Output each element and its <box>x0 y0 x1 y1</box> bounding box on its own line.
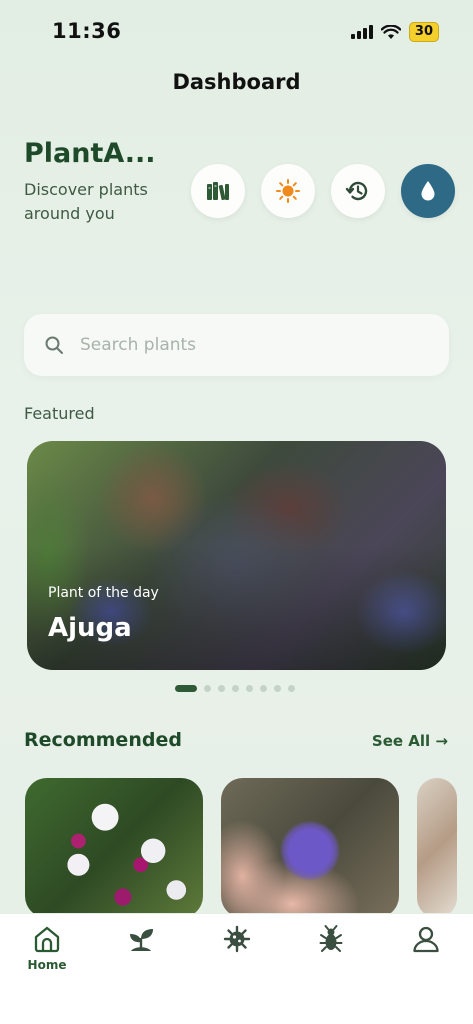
carousel-dot[interactable] <box>218 685 225 692</box>
search-input[interactable] <box>80 335 400 355</box>
featured-plant-name: Ajuga <box>48 613 132 643</box>
battery-indicator: 30 <box>408 22 439 42</box>
books-icon <box>207 182 229 201</box>
recommended-card[interactable] <box>25 778 203 918</box>
cellular-signal-icon <box>350 25 373 39</box>
app-tagline: Discover plants around you <box>24 180 148 223</box>
page-title: Dashboard <box>172 70 301 94</box>
featured-subtitle: Plant of the day <box>48 585 159 601</box>
featured-label: Featured <box>24 404 95 423</box>
sun-icon <box>276 179 300 203</box>
arrow-right-icon: → <box>435 732 448 750</box>
see-all-link[interactable]: See All → <box>372 732 448 750</box>
search-icon <box>45 336 63 354</box>
virus-icon <box>223 925 251 953</box>
water-drop-icon <box>421 181 435 201</box>
carousel-pagination <box>175 685 295 692</box>
history-button[interactable] <box>331 164 385 218</box>
tab-diseases[interactable] <box>207 924 267 954</box>
search-bar[interactable] <box>24 314 449 376</box>
quick-actions <box>191 164 455 218</box>
carousel-dot[interactable] <box>204 685 211 692</box>
library-button[interactable] <box>191 164 245 218</box>
app-name: PlantA... <box>24 138 156 169</box>
home-icon <box>34 926 60 953</box>
status-time: 11:36 <box>52 19 122 43</box>
carousel-dot-active[interactable] <box>175 685 197 692</box>
recommended-card[interactable] <box>417 778 457 918</box>
wifi-icon <box>380 24 401 39</box>
recommended-title: Recommended <box>24 729 182 751</box>
watering-button[interactable] <box>401 164 455 218</box>
carousel-dot[interactable] <box>246 685 253 692</box>
tab-home[interactable]: Home <box>17 924 77 972</box>
tab-plants[interactable] <box>111 924 171 954</box>
status-icons: 30 <box>350 22 439 42</box>
sunlight-button[interactable] <box>261 164 315 218</box>
recommended-card[interactable] <box>221 778 399 918</box>
tab-profile[interactable] <box>396 924 456 954</box>
tab-home-label: Home <box>27 958 67 972</box>
history-icon <box>345 181 368 201</box>
carousel-dot[interactable] <box>288 685 295 692</box>
bug-icon <box>319 925 343 952</box>
tab-pests[interactable] <box>301 924 361 954</box>
featured-plant-card[interactable]: Plant of the day Ajuga <box>27 441 446 670</box>
carousel-dot[interactable] <box>232 685 239 692</box>
bottom-tab-bar: Home <box>0 913 473 1024</box>
see-all-label: See All <box>371 732 431 750</box>
plant-sprout-icon <box>130 929 153 951</box>
carousel-dot[interactable] <box>260 685 267 692</box>
carousel-dot[interactable] <box>274 685 281 692</box>
status-bar: 11:36 30 <box>0 0 473 60</box>
profile-icon <box>413 926 439 953</box>
